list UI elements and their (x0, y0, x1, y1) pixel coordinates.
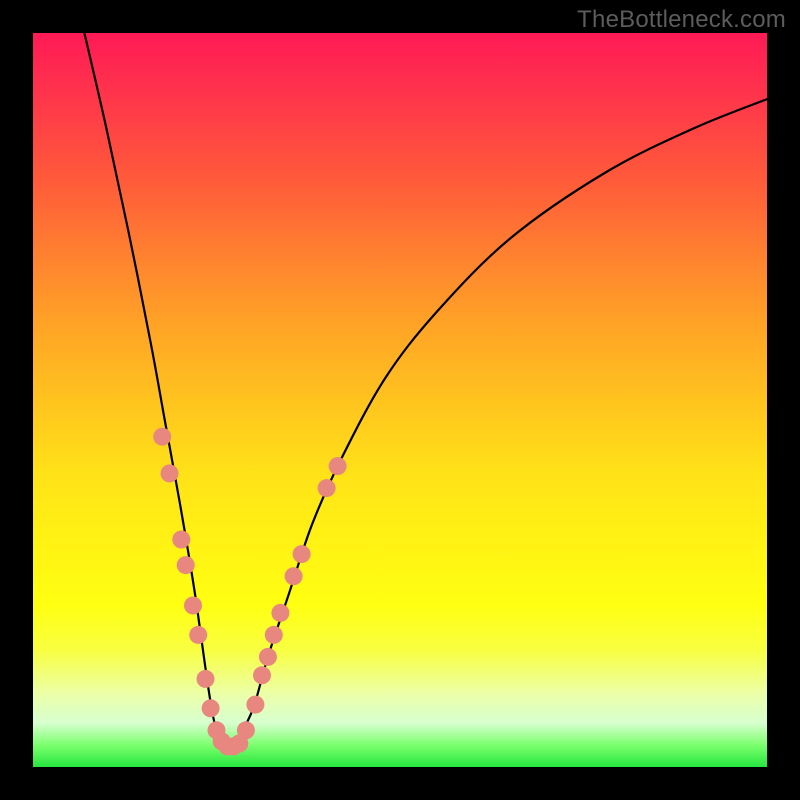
data-point-marker (246, 696, 264, 714)
data-point-marker (172, 531, 190, 549)
data-point-marker (271, 604, 289, 622)
data-point-marker (259, 648, 277, 666)
data-point-marker (293, 545, 311, 563)
data-point-marker (153, 428, 171, 446)
data-point-marker (189, 626, 207, 644)
data-point-marker (265, 626, 283, 644)
data-point-marker (318, 479, 336, 497)
plot-area (33, 33, 767, 767)
data-point-marker (253, 666, 271, 684)
chart-frame: TheBottleneck.com (0, 0, 800, 800)
data-point-marker (329, 457, 347, 475)
data-point-marker (184, 597, 202, 615)
highlighted-points-group (153, 428, 346, 756)
data-point-marker (197, 670, 215, 688)
data-point-marker (202, 699, 220, 717)
data-point-marker (161, 464, 179, 482)
bottleneck-curve (84, 33, 767, 746)
data-point-marker (285, 567, 303, 585)
watermark-text: TheBottleneck.com (577, 6, 786, 34)
data-point-marker (237, 721, 255, 739)
data-point-marker (177, 556, 195, 574)
chart-svg (33, 33, 767, 767)
